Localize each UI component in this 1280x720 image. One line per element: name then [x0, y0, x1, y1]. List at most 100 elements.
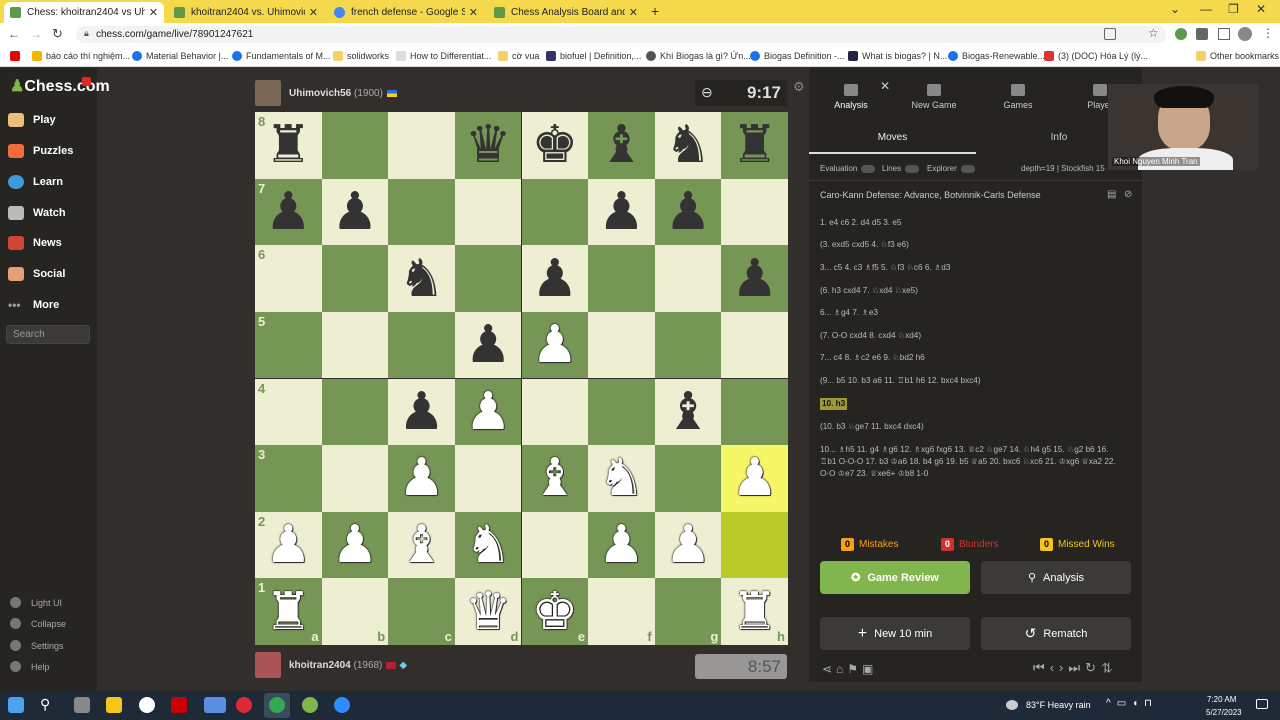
- white-pawn-icon[interactable]: ♟: [265, 519, 312, 571]
- board-square[interactable]: [721, 178, 788, 246]
- rematch-button[interactable]: ↺ Rematch: [981, 617, 1131, 650]
- collapse-button[interactable]: Collapse: [10, 618, 66, 629]
- nav-watch[interactable]: Watch: [8, 206, 66, 220]
- board-square[interactable]: ♟: [721, 245, 788, 312]
- move-line[interactable]: 7... c4 8. ♗c2 e6 9. ♘bd2 h6: [820, 352, 1120, 364]
- board-square[interactable]: ♝: [521, 445, 589, 512]
- board-square[interactable]: [454, 245, 522, 312]
- board-square[interactable]: ♟: [521, 245, 589, 312]
- board-square[interactable]: [588, 245, 655, 312]
- board-square[interactable]: d ♛: [454, 578, 522, 645]
- help-button[interactable]: Help: [10, 661, 50, 672]
- board-square[interactable]: b: [321, 578, 389, 645]
- board-square[interactable]: [321, 311, 389, 379]
- white-pawn-icon[interactable]: ♟: [398, 452, 445, 504]
- board-square[interactable]: [654, 445, 722, 512]
- board-square[interactable]: ♟: [321, 511, 389, 579]
- white-pawn-icon[interactable]: ♟: [332, 519, 379, 571]
- bookmark[interactable]: biofuel | Definition,...: [546, 51, 641, 61]
- white-pawn-icon[interactable]: ♟: [731, 452, 778, 504]
- white-queen-icon[interactable]: ♛: [465, 586, 512, 638]
- lines-toggle[interactable]: Lines: [882, 164, 920, 173]
- board-square[interactable]: [721, 511, 788, 579]
- close-tab-icon[interactable]: ✕: [629, 6, 638, 19]
- board-square[interactable]: ♟: [654, 178, 722, 246]
- board-square[interactable]: ♟: [521, 311, 589, 379]
- nav-social[interactable]: Social: [8, 267, 65, 281]
- board-square[interactable]: ♟: [321, 178, 389, 246]
- board-square[interactable]: h ♜: [721, 578, 788, 645]
- board-square[interactable]: [454, 445, 522, 512]
- bookmark[interactable]: Fundamentals of M...: [232, 51, 331, 61]
- chesscom-logo[interactable]: ♟Chess.com: [10, 76, 110, 96]
- white-knight-icon[interactable]: ♞: [598, 452, 645, 504]
- close-tab-icon[interactable]: ✕: [309, 6, 318, 19]
- move-line[interactable]: (3. exd5 cxd5 4. ♘f3 e6): [820, 239, 1120, 251]
- board-square[interactable]: ♜: [721, 112, 788, 179]
- bookmark[interactable]: báo cáo thí nghiệm...: [32, 51, 130, 61]
- bookmark-folder[interactable]: Other bookmarks: [1196, 51, 1279, 61]
- black-pawn-icon[interactable]: ♟: [598, 186, 645, 238]
- board-square[interactable]: ♚: [521, 112, 589, 179]
- windows-start-icon[interactable]: [8, 697, 24, 713]
- weather-text[interactable]: 83°F Heavy rain: [1026, 700, 1091, 710]
- move-line[interactable]: (9... b5 10. b3 a6 11. ♖b1 h6 12. bxc4 b…: [820, 375, 1120, 387]
- system-tray-icons[interactable]: ^▭◖⊓: [1106, 698, 1158, 709]
- game-review-button[interactable]: ✪ Game Review: [820, 561, 970, 594]
- analysis-button[interactable]: ⚲ Analysis: [981, 561, 1131, 594]
- install-icon[interactable]: [1104, 28, 1116, 40]
- url-bar[interactable]: chess.com/game/live/78901247621: [76, 26, 1166, 43]
- close-tab-icon[interactable]: ✕: [149, 6, 158, 19]
- minimize-icon[interactable]: —: [1200, 2, 1212, 16]
- bookmark[interactable]: (3) (DOC) Hóa Lý (lý...: [1044, 51, 1148, 61]
- avatar[interactable]: [255, 652, 281, 678]
- board-square[interactable]: [721, 378, 788, 446]
- clock-date[interactable]: 5/27/2023: [1206, 708, 1242, 717]
- move-line[interactable]: 6... ♗g4 7. ♗e3: [820, 307, 1120, 319]
- black-pawn-icon[interactable]: ♟: [731, 253, 778, 305]
- tab-new-game[interactable]: New Game: [904, 84, 964, 110]
- tab-games[interactable]: Games: [988, 84, 1048, 110]
- notification-icon[interactable]: [1256, 699, 1268, 709]
- board-square[interactable]: 1 a ♜: [255, 578, 322, 645]
- light-ui-button[interactable]: Light UI: [10, 597, 62, 608]
- chrome-icon[interactable]: [269, 697, 285, 713]
- move-line[interactable]: 3... c5 4. c3 ♗f5 5. ♘f3 ♘c6 6. ♗d3: [820, 262, 1120, 274]
- back-icon[interactable]: ←: [8, 27, 20, 41]
- black-pawn-icon[interactable]: ♟: [665, 186, 712, 238]
- black-king-icon[interactable]: ♚: [531, 119, 578, 171]
- white-pawn-icon[interactable]: ♟: [531, 319, 578, 371]
- new-game-button[interactable]: + New 10 min: [820, 617, 970, 650]
- app-icon[interactable]: [171, 697, 187, 713]
- bookmark-folder[interactable]: cờ vua: [498, 51, 539, 61]
- board-square[interactable]: 8 ♜: [255, 112, 322, 179]
- app-icon[interactable]: [302, 697, 318, 713]
- board-square[interactable]: [388, 311, 455, 379]
- board-square[interactable]: [388, 112, 455, 179]
- board-square[interactable]: ♝: [588, 112, 655, 179]
- browser-tab[interactable]: french defense - Google Search✕: [328, 2, 484, 23]
- board-square[interactable]: 3: [255, 445, 322, 512]
- mail-icon[interactable]: [204, 697, 226, 713]
- compass-icon[interactable]: ⊘: [1124, 189, 1132, 200]
- black-knight-icon[interactable]: ♞: [398, 253, 445, 305]
- restore-icon[interactable]: ❐: [1228, 2, 1239, 16]
- white-pawn-icon[interactable]: ♟: [665, 519, 712, 571]
- board-square[interactable]: ♟: [721, 445, 788, 512]
- black-pawn-icon[interactable]: ♟: [465, 319, 512, 371]
- white-pawn-icon[interactable]: ♟: [465, 386, 512, 438]
- black-knight-icon[interactable]: ♞: [665, 119, 712, 171]
- board-square[interactable]: [654, 311, 722, 379]
- nav-puzzles[interactable]: Puzzles: [8, 144, 73, 158]
- share-controls[interactable]: ⋖⌂⚑▣: [822, 662, 877, 676]
- chevron-down-icon[interactable]: ⌄: [1170, 2, 1180, 16]
- board-square[interactable]: [321, 112, 389, 179]
- nav-learn[interactable]: Learn: [8, 175, 63, 189]
- white-rook-icon[interactable]: ♜: [731, 586, 778, 638]
- gear-icon[interactable]: ⚙: [793, 79, 805, 95]
- close-window-icon[interactable]: ✕: [1256, 2, 1266, 16]
- white-knight-icon[interactable]: ♞: [465, 519, 512, 571]
- extension-icon[interactable]: [1175, 28, 1187, 40]
- nav-news[interactable]: News: [8, 236, 62, 250]
- board-square[interactable]: ♟: [588, 178, 655, 246]
